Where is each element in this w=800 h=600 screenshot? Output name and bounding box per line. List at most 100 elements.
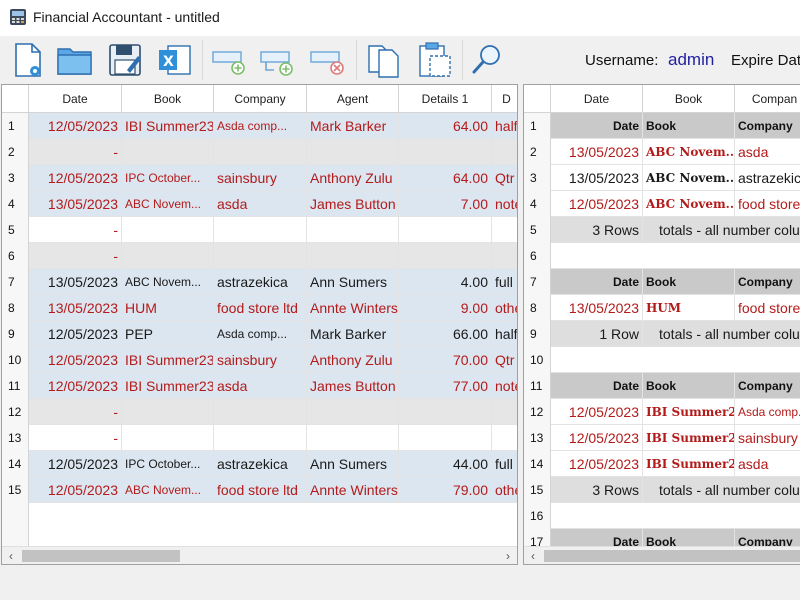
cell-company[interactable]: food store (735, 191, 800, 217)
cell-book[interactable]: IBI Summer23 (643, 399, 735, 425)
table-row[interactable]: 13/05/2023 HUM food store ltd Annte Winters… (2, 295, 517, 321)
column-header-company[interactable]: Company (214, 85, 307, 113)
column-header-book[interactable]: Book (643, 85, 735, 113)
cell-extra[interactable] (492, 243, 517, 269)
cell-book[interactable]: IPC October... (122, 451, 214, 477)
cell-book[interactable]: ABC Novem... (643, 139, 735, 165)
cell-date[interactable]: 12/05/2023 (29, 113, 122, 139)
paste-button[interactable] (414, 40, 454, 80)
cell-company[interactable]: asda (214, 191, 307, 217)
column-header-agent[interactable]: Agent (307, 85, 399, 113)
column-header-date[interactable]: Date (29, 85, 122, 113)
cell-book[interactable]: Book (643, 269, 735, 295)
save-button[interactable] (105, 40, 145, 80)
cell-agent[interactable] (307, 243, 399, 269)
cell-details[interactable] (399, 217, 492, 243)
cell-book[interactable]: ABC Novem... (122, 477, 214, 503)
report-row-blank[interactable] (524, 243, 800, 269)
scroll-thumb[interactable] (544, 550, 800, 562)
cell-date[interactable]: 12/05/2023 (29, 477, 122, 503)
cell-company[interactable]: Asda comp... (214, 113, 307, 139)
cell-extra[interactable]: othe (492, 295, 517, 321)
cell-company[interactable]: sainsbury (214, 165, 307, 191)
table-row[interactable]: - (2, 139, 517, 165)
scroll-left-arrow-icon[interactable]: ‹ (2, 547, 20, 564)
cell-company[interactable]: Company (735, 269, 800, 295)
cell-book[interactable]: ABC Novem... (122, 269, 214, 295)
cell-book[interactable]: HUM (122, 295, 214, 321)
cell-date[interactable]: 13/05/2023 (551, 165, 643, 191)
cell-company[interactable]: astrazekic (735, 165, 800, 191)
main-grid-hscrollbar[interactable]: ‹ › (2, 546, 517, 564)
cell-company[interactable] (214, 399, 307, 425)
cell-book[interactable]: Book (643, 113, 735, 139)
report-row-data[interactable]: 12/05/2023IBI Summer23Asda comp. (524, 399, 800, 425)
cell-extra[interactable]: note (492, 191, 517, 217)
table-row[interactable]: - (2, 399, 517, 425)
report-row-data[interactable]: 12/05/2023IBI Summer23asda (524, 451, 800, 477)
cell-details[interactable] (399, 139, 492, 165)
cell-extra[interactable]: half (492, 321, 517, 347)
cell-book[interactable]: ABC Novem... (122, 191, 214, 217)
report-row-header[interactable]: Date Book Company (524, 269, 800, 295)
cell-extra[interactable]: othe (492, 477, 517, 503)
cell-details[interactable]: 4.00 (399, 269, 492, 295)
cell-book[interactable]: HUM (643, 295, 735, 321)
cell-agent[interactable] (307, 139, 399, 165)
column-header-compan[interactable]: Compan (735, 85, 800, 113)
cell-book[interactable]: IBI Summer23 (122, 113, 214, 139)
cell-book[interactable]: ABC Novem... (643, 191, 735, 217)
cell-company[interactable] (214, 243, 307, 269)
table-row[interactable]: 12/05/2023 IBI Summer23 asda James Button 77… (2, 373, 517, 399)
cell-date[interactable]: 12/05/2023 (29, 165, 122, 191)
cell-date[interactable]: - (29, 425, 122, 451)
report-row-header[interactable]: Date Book Company (524, 113, 800, 139)
cell-date[interactable]: Date (551, 269, 643, 295)
add-row-button[interactable] (210, 40, 250, 80)
table-row[interactable]: 12/05/2023 ABC Novem... food store ltd Annt… (2, 477, 517, 503)
cell-date[interactable]: 12/05/2023 (29, 321, 122, 347)
cell-details[interactable]: 64.00 (399, 113, 492, 139)
cell-agent[interactable]: Ann Sumers (307, 269, 399, 295)
table-row[interactable]: - (2, 425, 517, 451)
cell-company[interactable] (214, 217, 307, 243)
cell-company[interactable]: asda (735, 139, 800, 165)
cell-details[interactable]: 7.00 (399, 191, 492, 217)
cell-book[interactable] (122, 399, 214, 425)
open-folder-button[interactable] (55, 40, 95, 80)
column-header-book[interactable]: Book (122, 85, 214, 113)
cell-book[interactable]: Book (643, 373, 735, 399)
cell-date[interactable]: 12/05/2023 (29, 373, 122, 399)
cell-agent[interactable]: Ann Sumers (307, 451, 399, 477)
scroll-right-arrow-icon[interactable]: › (499, 547, 517, 564)
column-header-d[interactable]: D (492, 85, 517, 113)
scroll-thumb[interactable] (22, 550, 180, 562)
cell-details[interactable] (399, 243, 492, 269)
cell-agent[interactable]: James Button (307, 191, 399, 217)
cell-date[interactable]: 12/05/2023 (551, 399, 643, 425)
cell-book[interactable]: IBI Summer23 (643, 425, 735, 451)
copy-button[interactable] (364, 40, 404, 80)
table-row[interactable]: - (2, 243, 517, 269)
cell-details[interactable]: 66.00 (399, 321, 492, 347)
cell-extra[interactable] (492, 217, 517, 243)
column-header-date[interactable]: Date (551, 85, 643, 113)
report-row-data[interactable]: 12/05/2023 ABC Novem... food store (524, 191, 800, 217)
cell-company[interactable]: asda (214, 373, 307, 399)
cell-date[interactable]: - (29, 399, 122, 425)
table-row[interactable]: 12/05/2023 IBI Summer23 Asda comp... Mark B… (2, 113, 517, 139)
cell-book[interactable]: ABC Novem... (643, 165, 735, 191)
cell-extra[interactable]: Qtr (492, 347, 517, 373)
cell-details[interactable]: 79.00 (399, 477, 492, 503)
cell-company[interactable]: Asda comp... (214, 321, 307, 347)
cell-company[interactable]: astrazekica (214, 269, 307, 295)
cell-date[interactable]: 12/05/2023 (551, 425, 643, 451)
cell-company[interactable] (214, 139, 307, 165)
cell-book[interactable]: IBI Summer23 (643, 451, 735, 477)
delete-row-button[interactable] (308, 40, 348, 80)
cell-details[interactable]: 9.00 (399, 295, 492, 321)
cell-company[interactable] (214, 425, 307, 451)
table-row[interactable]: 13/05/2023 ABC Novem... asda James Button 7.… (2, 191, 517, 217)
cell-company[interactable]: astrazekica (214, 451, 307, 477)
cell-book[interactable]: IBI Summer23 (122, 347, 214, 373)
